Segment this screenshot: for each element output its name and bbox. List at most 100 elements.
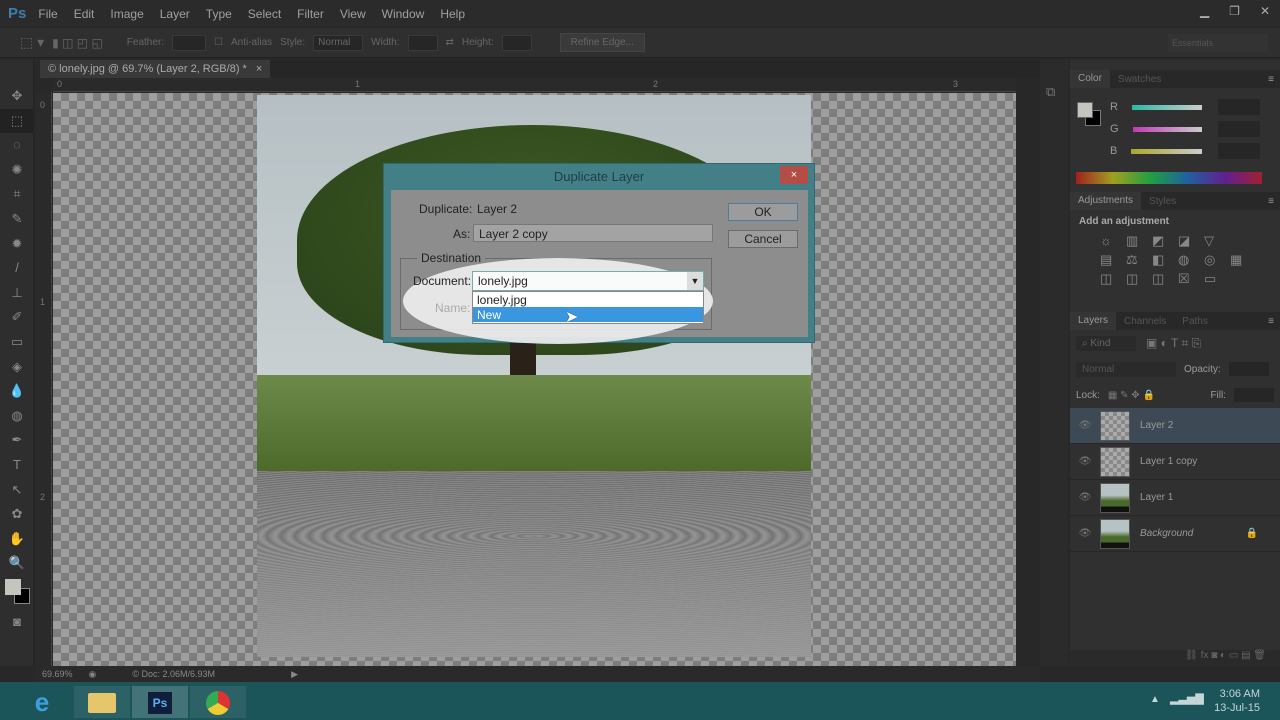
gradient-map-icon[interactable]: ▭ <box>1204 271 1226 287</box>
cancel-button[interactable]: Cancel <box>728 230 798 248</box>
opacity-input[interactable] <box>1228 362 1269 376</box>
brightness-icon[interactable]: ☼ <box>1100 233 1122 249</box>
tab-color[interactable]: Color <box>1070 70 1110 88</box>
menu-layer[interactable]: Layer <box>160 7 190 21</box>
tab-styles[interactable]: Styles <box>1141 196 1184 207</box>
tab-layers[interactable]: Layers <box>1070 312 1117 330</box>
as-input[interactable]: Layer 2 copy <box>473 224 713 242</box>
paint-bucket-tool-icon[interactable]: ◈ <box>0 355 34 380</box>
tab-close-icon[interactable]: × <box>256 63 262 75</box>
pen-tool-icon[interactable]: ✒ <box>0 428 34 453</box>
exposure-icon[interactable]: ◪ <box>1178 233 1200 249</box>
tab-channels[interactable]: Channels <box>1116 316 1174 327</box>
menu-help[interactable]: Help <box>440 7 465 21</box>
chevron-down-icon[interactable]: ▼ <box>687 272 703 290</box>
restore-icon[interactable]: ❐ <box>1229 4 1240 18</box>
photo-filter-icon[interactable]: ◍ <box>1178 252 1200 268</box>
chrome-icon[interactable] <box>190 686 246 718</box>
blend-mode-select[interactable]: Normal <box>1076 361 1176 377</box>
network-signal-icon[interactable]: ▂▃▅▇ <box>1170 692 1204 705</box>
internet-explorer-icon[interactable]: e <box>14 686 70 718</box>
tab-adjustments[interactable]: Adjustments <box>1070 192 1142 210</box>
color-swatches[interactable] <box>0 576 33 610</box>
foreground-color-swatch[interactable] <box>1077 102 1093 118</box>
menu-type[interactable]: Type <box>206 7 232 21</box>
green-slider[interactable]: G <box>1110 118 1260 140</box>
history-icon[interactable]: ⧉ <box>1046 84 1068 100</box>
blur-tool-icon[interactable]: 💧 <box>0 379 34 404</box>
minimize-icon[interactable]: ▁ <box>1200 4 1209 18</box>
menu-window[interactable]: Window <box>382 7 425 21</box>
blue-slider[interactable]: B <box>1110 140 1260 162</box>
selection-mode-icons[interactable]: ▮ ◫ ◰ ◱ <box>52 36 103 50</box>
menu-file[interactable]: File <box>38 7 57 21</box>
filter-kind-select[interactable]: ⌕ Kind <box>1076 335 1136 351</box>
color-balance-icon[interactable]: ⚖ <box>1126 252 1148 268</box>
menu-edit[interactable]: Edit <box>74 7 95 21</box>
marquee-tool-icon[interactable]: ⬚ <box>0 108 34 134</box>
visibility-eye-icon[interactable]: 👁 <box>1070 456 1100 467</box>
fill-input[interactable] <box>1234 388 1274 402</box>
status-menu-arrow-icon[interactable]: ▶ <box>291 669 298 680</box>
visibility-eye-icon[interactable]: 👁 <box>1070 420 1100 431</box>
selective-color-icon[interactable]: ☒ <box>1178 271 1200 287</box>
layer-row[interactable]: 👁 Layer 1 copy <box>1070 444 1280 480</box>
option-lonely-jpg[interactable]: lonely.jpg <box>473 292 703 307</box>
show-hidden-icons[interactable]: ▲ <box>1150 694 1160 705</box>
zoom-level[interactable]: 69.69% <box>42 669 73 679</box>
levels-icon[interactable]: ▥ <box>1126 233 1148 249</box>
visibility-eye-icon[interactable]: 👁 <box>1070 492 1100 503</box>
option-new[interactable]: New <box>473 307 703 322</box>
blue-value[interactable] <box>1217 143 1260 159</box>
lock-icons[interactable]: ▦ ✎ ✥ 🔒 <box>1108 390 1155 401</box>
filter-icons[interactable]: ▣ ◐ T ⌗ ⎘ <box>1146 336 1201 351</box>
color-spectrum[interactable] <box>1076 172 1262 184</box>
quick-mask-icon[interactable]: ◙ <box>0 610 34 635</box>
channel-mixer-icon[interactable]: ◎ <box>1204 252 1226 268</box>
path-selection-tool-icon[interactable]: ↖ <box>0 478 34 503</box>
healing-brush-tool-icon[interactable]: ✹ <box>0 232 34 257</box>
antialias-checkbox[interactable]: ☐ <box>214 37 223 48</box>
width-input[interactable] <box>407 34 438 51</box>
document-tab[interactable]: © lonely.jpg @ 69.7% (Layer 2, RGB/8) * … <box>40 60 271 78</box>
swap-icon[interactable]: ⇄ <box>446 37 454 48</box>
height-input[interactable] <box>501 34 532 51</box>
layer-row[interactable]: 👁 Layer 2 <box>1070 408 1280 444</box>
black-white-icon[interactable]: ◧ <box>1152 252 1174 268</box>
close-icon[interactable]: ✕ <box>1260 4 1270 18</box>
invert-icon[interactable]: ◫ <box>1100 271 1122 287</box>
visibility-eye-icon[interactable]: 👁 <box>1070 528 1100 539</box>
clone-stamp-tool-icon[interactable]: ⊥ <box>0 281 34 306</box>
eyedropper-tool-icon[interactable]: ✎ <box>0 207 34 232</box>
menu-image[interactable]: Image <box>110 7 143 21</box>
tab-paths[interactable]: Paths <box>1174 316 1216 327</box>
hue-saturation-icon[interactable]: ▤ <box>1100 252 1122 268</box>
feather-input[interactable] <box>172 34 207 51</box>
magic-wand-tool-icon[interactable]: ✺ <box>0 158 34 183</box>
panel-menu-icon[interactable]: ≡ <box>1268 316 1280 327</box>
system-clock[interactable]: 3:06 AM 13-Jul-15 <box>1214 687 1260 715</box>
layers-footer-icons[interactable]: ⛓ fx ◙ ◐ ▭ ▤ 🗑 <box>1070 650 1280 666</box>
file-explorer-icon[interactable] <box>74 686 130 718</box>
workspace-select[interactable]: Essentials <box>1168 34 1268 52</box>
photoshop-taskbar-button[interactable]: Ps <box>132 686 188 718</box>
refine-edge-button[interactable]: Refine Edge... <box>559 33 645 52</box>
history-brush-tool-icon[interactable]: ✐ <box>0 305 34 330</box>
curves-icon[interactable]: ◩ <box>1152 233 1174 249</box>
menu-select[interactable]: Select <box>248 7 281 21</box>
marquee-preset-icon[interactable]: ⬚ ▾ <box>20 34 44 51</box>
eraser-tool-icon[interactable]: ▭ <box>0 330 34 355</box>
layer-row[interactable]: 👁 Background 🔒 <box>1070 516 1280 552</box>
dialog-close-button[interactable]: × <box>780 166 808 184</box>
color-lookup-icon[interactable]: ▦ <box>1230 252 1252 268</box>
zoom-tool-icon[interactable]: 🔍 <box>0 551 34 576</box>
panel-menu-icon[interactable]: ≡ <box>1268 196 1280 207</box>
menu-view[interactable]: View <box>340 7 366 21</box>
custom-shape-tool-icon[interactable]: ✿ <box>0 502 34 527</box>
panel-menu-icon[interactable]: ≡ <box>1268 74 1280 85</box>
vibrance-icon[interactable]: ▽ <box>1204 233 1226 249</box>
foreground-color-swatch[interactable] <box>5 578 21 595</box>
type-tool-icon[interactable]: T <box>0 453 34 478</box>
menu-filter[interactable]: Filter <box>297 7 324 21</box>
red-slider[interactable]: R <box>1110 96 1260 118</box>
